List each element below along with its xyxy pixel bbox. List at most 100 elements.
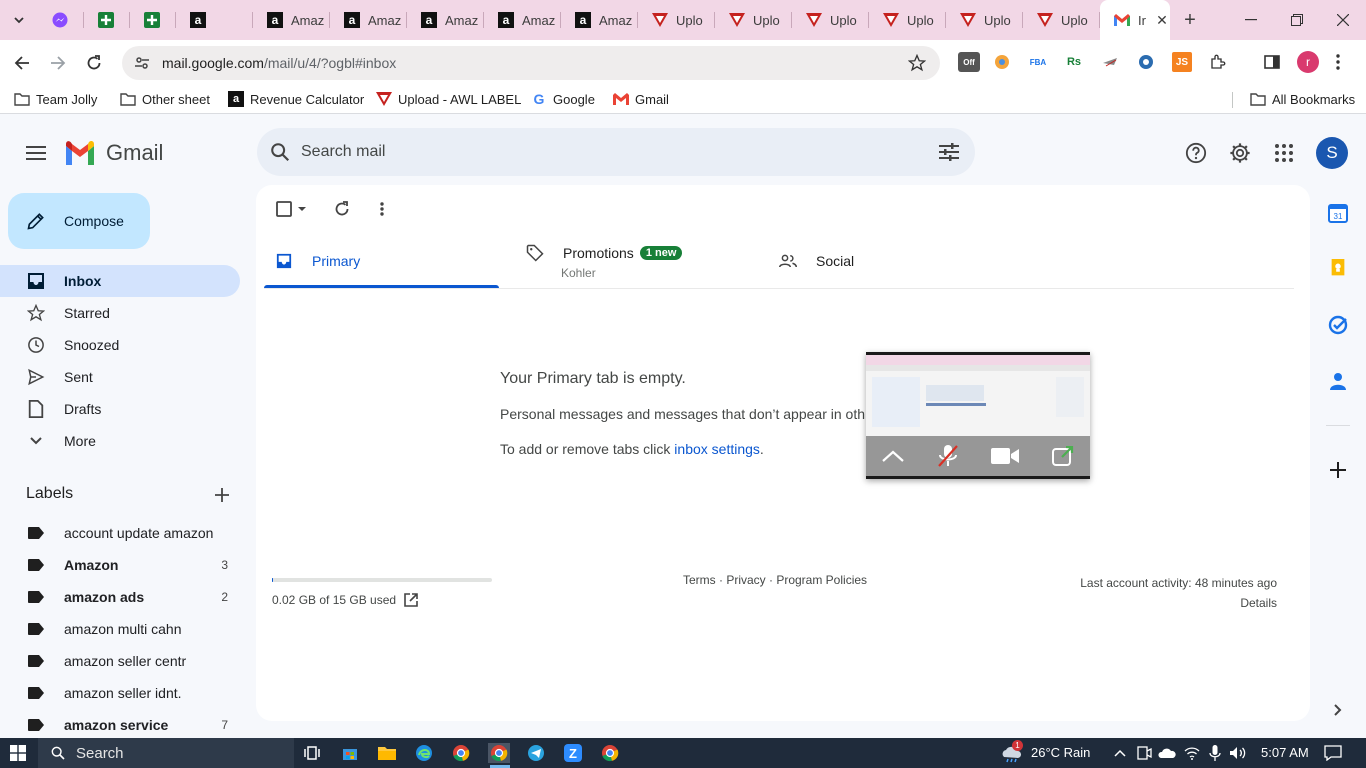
- bookmark-upload-awl-label[interactable]: Upload - AWL LABEL: [376, 91, 521, 107]
- browser-tab[interactable]: [130, 0, 176, 40]
- mic-off-icon[interactable]: [937, 444, 959, 468]
- create-label-button[interactable]: [212, 485, 232, 505]
- label-item[interactable]: amazon seller centr: [0, 645, 240, 677]
- browser-tab[interactable]: Uplo: [715, 0, 792, 40]
- label-item[interactable]: account update amazon: [0, 517, 240, 549]
- support-button[interactable]: [1176, 133, 1216, 173]
- browser-tab[interactable]: a Amaz: [253, 0, 330, 40]
- apps-button[interactable]: [1264, 133, 1304, 173]
- nav-inbox[interactable]: Inbox: [0, 265, 240, 297]
- bookmark-revenue-calculator[interactable]: a Revenue Calculator: [228, 91, 364, 107]
- microphone-icon[interactable]: [1205, 743, 1225, 763]
- extension-blue-icon[interactable]: [1136, 52, 1156, 72]
- browser-tab[interactable]: a Amaz: [330, 0, 407, 40]
- gmail-logo[interactable]: Gmail: [64, 140, 163, 166]
- browser-tab[interactable]: Uplo: [792, 0, 869, 40]
- nav-snoozed[interactable]: Snoozed: [0, 329, 240, 361]
- settings-button[interactable]: [1220, 133, 1260, 173]
- search-input[interactable]: [301, 143, 901, 161]
- chrome-active-icon[interactable]: [488, 743, 510, 763]
- nav-starred[interactable]: Starred: [0, 297, 240, 329]
- select-all-checkbox[interactable]: [274, 197, 308, 221]
- extension-js[interactable]: JS: [1172, 52, 1192, 72]
- account-avatar[interactable]: S: [1316, 137, 1348, 169]
- inbox-settings-link[interactable]: inbox settings: [674, 441, 760, 457]
- bookmark-other-sheet[interactable]: Other sheet: [120, 91, 210, 107]
- browser-tab[interactable]: a Amaz: [484, 0, 561, 40]
- volume-icon[interactable]: [1228, 743, 1248, 763]
- tab-search-button[interactable]: [0, 0, 38, 40]
- label-item[interactable]: Amazon 3: [0, 549, 240, 581]
- tasks-icon[interactable]: [1326, 313, 1350, 337]
- browser-tab[interactable]: a Amaz: [407, 0, 484, 40]
- extension-fba[interactable]: FBA: [1028, 52, 1048, 72]
- keep-icon[interactable]: [1326, 257, 1350, 281]
- extension-off[interactable]: Off: [958, 52, 980, 72]
- external-link-icon[interactable]: [404, 593, 418, 607]
- browser-tab[interactable]: a Amaz: [561, 0, 638, 40]
- calendar-icon[interactable]: 31: [1326, 201, 1350, 225]
- label-item[interactable]: amazon seller idnt.: [0, 677, 240, 709]
- all-bookmarks[interactable]: All Bookmarks: [1250, 91, 1355, 107]
- browser-tab[interactable]: a: [176, 0, 253, 40]
- new-tab-button[interactable]: +: [1170, 0, 1210, 40]
- chrome-icon[interactable]: [451, 743, 471, 763]
- show-hidden-icons[interactable]: [1110, 743, 1130, 763]
- restore-button[interactable]: [1274, 0, 1320, 40]
- chevron-up-icon[interactable]: [882, 450, 904, 462]
- footer-links[interactable]: Terms · Privacy · Program Policies: [683, 573, 867, 587]
- chrome-profile-icon[interactable]: [600, 743, 620, 763]
- address-bar[interactable]: mail.google.com/mail/u/4/?ogbl#inbox: [122, 46, 940, 80]
- nav-sent[interactable]: Sent: [0, 361, 240, 393]
- browser-tab[interactable]: Uplo: [946, 0, 1023, 40]
- store-icon[interactable]: [340, 743, 360, 763]
- browser-tab[interactable]: [84, 0, 130, 40]
- file-explorer-icon[interactable]: [377, 743, 397, 763]
- nav-drafts[interactable]: Drafts: [0, 393, 240, 425]
- search-options-icon[interactable]: [939, 143, 959, 161]
- camera-icon[interactable]: [991, 447, 1020, 465]
- kebab-menu-icon[interactable]: [1328, 52, 1348, 72]
- tab-active-gmail[interactable]: Ir ✕: [1100, 0, 1170, 40]
- meet-now-icon[interactable]: [1134, 743, 1154, 763]
- bookmark-team-jolly[interactable]: Team Jolly: [14, 91, 97, 107]
- browser-tab[interactable]: Uplo: [1023, 0, 1100, 40]
- back-button[interactable]: [7, 48, 37, 78]
- tab-primary[interactable]: Primary: [274, 233, 360, 289]
- main-menu-button[interactable]: [16, 133, 56, 173]
- contacts-icon[interactable]: [1326, 369, 1350, 393]
- tab-promotions[interactable]: Promotions 1 new: [525, 225, 683, 281]
- reload-button[interactable]: [79, 48, 109, 78]
- tab-social[interactable]: Social: [778, 233, 854, 289]
- share-screen-icon[interactable]: [1051, 446, 1074, 466]
- onedrive-icon[interactable]: [1157, 743, 1177, 763]
- activity-details-link[interactable]: Details: [1080, 593, 1277, 613]
- label-item[interactable]: amazon ads 2: [0, 581, 240, 613]
- label-item[interactable]: amazon service 7: [0, 709, 240, 741]
- search-icon[interactable]: [269, 141, 291, 163]
- taskbar-search[interactable]: Search: [38, 738, 294, 768]
- bookmark-google[interactable]: G Google: [531, 91, 595, 107]
- extension-orange-icon[interactable]: [992, 52, 1012, 72]
- label-item[interactable]: amazon multi cahn: [0, 613, 240, 645]
- forward-button[interactable]: [43, 48, 73, 78]
- extension-plane-icon[interactable]: [1100, 52, 1120, 72]
- close-icon[interactable]: ✕: [1154, 11, 1170, 29]
- wifi-icon[interactable]: [1182, 743, 1202, 763]
- minimize-button[interactable]: [1228, 0, 1274, 40]
- bookmark-star-icon[interactable]: [908, 54, 926, 72]
- extensions-puzzle-icon[interactable]: [1208, 52, 1228, 72]
- get-addons-button[interactable]: [1326, 458, 1350, 482]
- site-info-icon[interactable]: [134, 55, 150, 71]
- expand-side-panel-button[interactable]: [1326, 698, 1350, 722]
- more-options-button[interactable]: [370, 197, 394, 221]
- browser-tab[interactable]: Uplo: [638, 0, 715, 40]
- refresh-button[interactable]: [330, 197, 354, 221]
- notification-center-icon[interactable]: [1323, 743, 1343, 763]
- browser-tab[interactable]: Uplo: [869, 0, 946, 40]
- bookmark-gmail[interactable]: Gmail: [613, 91, 669, 107]
- extension-rs[interactable]: Rs: [1064, 52, 1084, 72]
- close-window-button[interactable]: [1320, 0, 1366, 40]
- edge-icon[interactable]: [414, 743, 434, 763]
- telegram-icon[interactable]: [526, 743, 546, 763]
